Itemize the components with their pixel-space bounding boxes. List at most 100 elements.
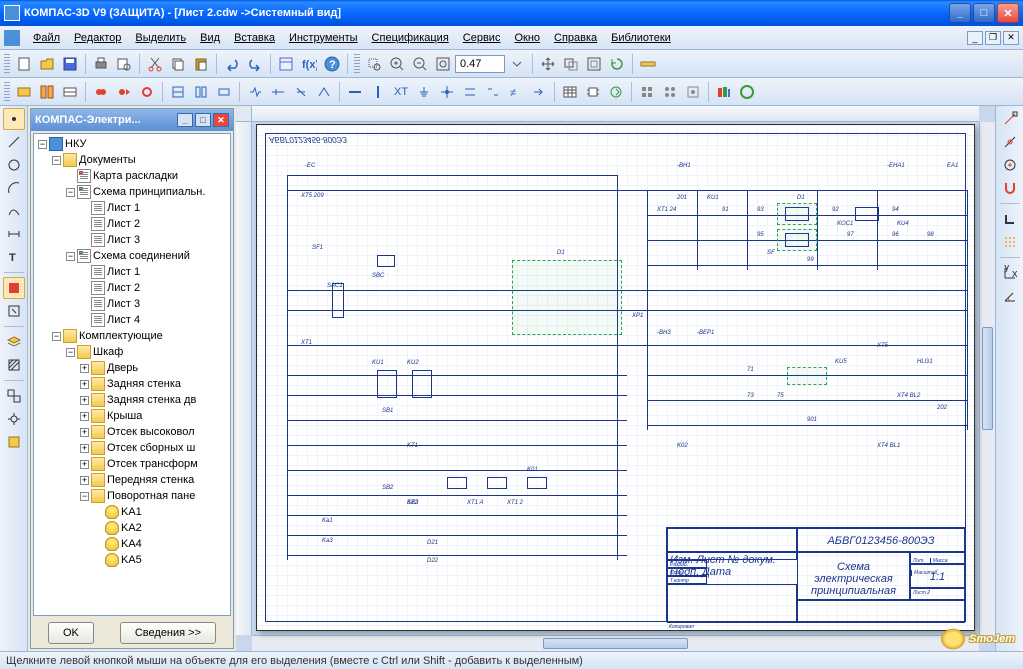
zoom-all-button[interactable] xyxy=(583,53,605,75)
angle-button[interactable] xyxy=(999,285,1021,307)
tree-sheet[interactable]: Лист 1 xyxy=(80,200,228,216)
toolbar-grip[interactable] xyxy=(354,54,360,74)
tree-documents[interactable]: −Документы xyxy=(52,152,228,168)
panel-minimize-button[interactable]: _ xyxy=(177,113,193,127)
elec-btn-9[interactable] xyxy=(213,81,235,103)
tree-bulb[interactable]: KA2 xyxy=(94,520,228,536)
disconnect-button[interactable] xyxy=(482,81,504,103)
drawing-sheet[interactable]: АБВГ0123456-800ЭЗ xyxy=(256,124,975,631)
close-button[interactable]: ✕ xyxy=(997,3,1019,23)
tree-part[interactable]: +Задняя стенка дв xyxy=(80,392,228,408)
copy-button[interactable] xyxy=(167,53,189,75)
selected-component[interactable] xyxy=(777,229,817,251)
zoom-in-button[interactable] xyxy=(386,53,408,75)
snap-mid-button[interactable] xyxy=(999,131,1021,153)
tree-part[interactable]: +Передняя стенка xyxy=(80,472,228,488)
wire-h-button[interactable] xyxy=(344,81,366,103)
geom-circle-button[interactable] xyxy=(3,154,25,176)
hatch-button[interactable] xyxy=(3,354,25,376)
variables-button[interactable]: f(x) xyxy=(298,53,320,75)
mdi-minimize-button[interactable]: _ xyxy=(967,31,983,45)
tree-sheet[interactable]: Лист 2 xyxy=(80,280,228,296)
elec-btn-12[interactable] xyxy=(290,81,312,103)
shape-button[interactable] xyxy=(3,431,25,453)
geom-spline-button[interactable] xyxy=(3,200,25,222)
grid-button[interactable] xyxy=(999,231,1021,253)
horizontal-scrollbar[interactable] xyxy=(252,635,979,651)
mdi-restore-button[interactable]: ❐ xyxy=(985,31,1001,45)
ground-button[interactable] xyxy=(413,81,435,103)
grid2-button[interactable] xyxy=(659,81,681,103)
config-button[interactable] xyxy=(3,408,25,430)
zoom-out-button[interactable] xyxy=(409,53,431,75)
snap-magnet-button[interactable] xyxy=(999,177,1021,199)
tree-part[interactable]: +Отсек сборных ш xyxy=(80,440,228,456)
redo-button[interactable] xyxy=(244,53,266,75)
tree-part[interactable]: +Крыша xyxy=(80,408,228,424)
edit-button[interactable] xyxy=(3,300,25,322)
menu-select[interactable]: Выделить xyxy=(128,30,193,46)
tree-sheet[interactable]: Лист 4 xyxy=(80,312,228,328)
panel-info-button[interactable]: Сведения >> xyxy=(120,622,216,644)
zoom-input[interactable] xyxy=(455,55,505,73)
chip-button[interactable] xyxy=(582,81,604,103)
cut-button[interactable] xyxy=(144,53,166,75)
help-button[interactable]: ? xyxy=(321,53,343,75)
refresh2-button[interactable] xyxy=(605,81,627,103)
open-button[interactable] xyxy=(36,53,58,75)
undo-button[interactable] xyxy=(221,53,243,75)
zoom-fit-button[interactable] xyxy=(432,53,454,75)
tree-part[interactable]: +Отсек трансформ xyxy=(80,456,228,472)
wire-v-button[interactable] xyxy=(367,81,389,103)
tree-sheet[interactable]: Лист 3 xyxy=(80,296,228,312)
elec-btn-11[interactable] xyxy=(267,81,289,103)
properties-button[interactable] xyxy=(275,53,297,75)
ortho-button[interactable] xyxy=(999,208,1021,230)
elec-btn-10[interactable] xyxy=(244,81,266,103)
connect-button[interactable] xyxy=(459,81,481,103)
print-button[interactable] xyxy=(90,53,112,75)
panel-ok-button[interactable]: OK xyxy=(48,622,94,644)
lib-button[interactable] xyxy=(713,81,735,103)
selected-group[interactable] xyxy=(512,260,622,335)
panel-close-button[interactable]: ✕ xyxy=(213,113,229,127)
paste-button[interactable] xyxy=(190,53,212,75)
zoom-window-button[interactable] xyxy=(363,53,385,75)
toolbar-grip[interactable] xyxy=(4,82,10,102)
tree-bulb[interactable]: KA4 xyxy=(94,536,228,552)
tree-sheet[interactable]: Лист 1 xyxy=(80,264,228,280)
schematic-area[interactable]: -EC XT5 209 SF1 SAC1 SBC XP1 XT1 24 KU1 … xyxy=(277,145,954,520)
tree-part[interactable]: +Отсек высоковол xyxy=(80,424,228,440)
panel-header[interactable]: КОМПАС-Электри... _ □ ✕ xyxy=(31,109,233,131)
geom-arc-button[interactable] xyxy=(3,177,25,199)
selected-component[interactable] xyxy=(777,203,817,225)
elec-btn-8[interactable] xyxy=(190,81,212,103)
mdi-close-button[interactable]: ✕ xyxy=(1003,31,1019,45)
geom-point-button[interactable] xyxy=(3,108,25,130)
menu-help[interactable]: Справка xyxy=(547,30,604,46)
elec-btn-2[interactable] xyxy=(36,81,58,103)
menu-libs[interactable]: Библиотеки xyxy=(604,30,678,46)
save-button[interactable] xyxy=(59,53,81,75)
elec-btn-13[interactable] xyxy=(313,81,335,103)
tree-schema-connection[interactable]: −Схема соединений xyxy=(66,248,228,264)
junction-button[interactable] xyxy=(436,81,458,103)
snap-end-button[interactable] xyxy=(999,108,1021,130)
panel-maximize-button[interactable]: □ xyxy=(195,113,211,127)
vertical-scrollbar[interactable] xyxy=(979,122,995,635)
tree-root[interactable]: −НКУ xyxy=(38,136,228,152)
drawing-canvas[interactable]: АБВГ0123456-800ЭЗ xyxy=(236,106,995,651)
group-button[interactable] xyxy=(3,385,25,407)
project-tree[interactable]: −НКУ −Документы Карта раскладки −Схема п… xyxy=(33,133,231,616)
tree-part[interactable]: −Поворотная пане xyxy=(80,488,228,504)
tree-bulb[interactable]: KA1 xyxy=(94,504,228,520)
snap-center-button[interactable] xyxy=(999,154,1021,176)
menu-editor[interactable]: Редактор xyxy=(67,30,128,46)
elec-btn-7[interactable] xyxy=(167,81,189,103)
elec-btn-5[interactable] xyxy=(113,81,135,103)
neq-button[interactable]: ≠ xyxy=(505,81,527,103)
selected-component[interactable] xyxy=(787,367,827,385)
scrollbar-thumb[interactable] xyxy=(543,638,688,649)
menu-spec[interactable]: Спецификация xyxy=(365,30,456,46)
tree-bulb[interactable]: KA5 xyxy=(94,552,228,568)
